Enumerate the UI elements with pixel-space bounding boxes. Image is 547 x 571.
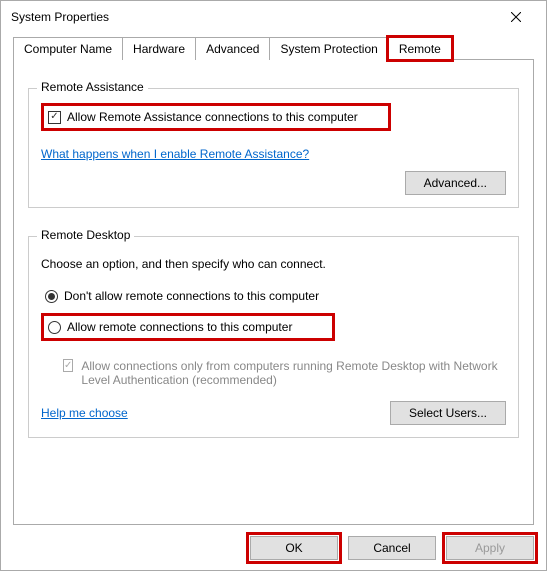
radio-row-allow[interactable]: Allow remote connections to this compute… <box>41 313 335 341</box>
tab-system-protection[interactable]: System Protection <box>269 37 388 60</box>
allow-remote-assistance-label[interactable]: Allow Remote Assistance connections to t… <box>67 110 358 124</box>
radio-allow-label: Allow remote connections to this compute… <box>67 320 292 334</box>
remote-desktop-instruction: Choose an option, and then specify who c… <box>41 257 506 271</box>
radio-row-dont-allow[interactable]: Don't allow remote connections to this c… <box>41 285 506 307</box>
radio-dont-allow-label: Don't allow remote connections to this c… <box>64 289 319 303</box>
nla-checkbox <box>63 359 73 372</box>
help-me-choose-link[interactable]: Help me choose <box>41 406 128 420</box>
nla-label: Allow connections only from computers ru… <box>81 359 506 387</box>
apply-button[interactable]: Apply <box>446 536 534 560</box>
window-title: System Properties <box>11 10 109 24</box>
group-remote-desktop: Remote Desktop Choose an option, and the… <box>28 236 519 438</box>
remote-desktop-legend: Remote Desktop <box>37 228 134 242</box>
close-icon <box>511 12 521 22</box>
tab-remote[interactable]: Remote <box>388 37 452 60</box>
tab-advanced[interactable]: Advanced <box>195 37 270 60</box>
remote-assistance-help-link[interactable]: What happens when I enable Remote Assist… <box>41 147 309 161</box>
radio-allow[interactable] <box>48 321 61 334</box>
content-area: Computer Name Hardware Advanced System P… <box>1 33 546 526</box>
system-properties-window: System Properties Computer Name Hardware… <box>0 0 547 571</box>
ok-button[interactable]: OK <box>250 536 338 560</box>
advanced-button[interactable]: Advanced... <box>405 171 506 195</box>
group-remote-assistance: Remote Assistance Allow Remote Assistanc… <box>28 88 519 208</box>
tab-hardware[interactable]: Hardware <box>122 37 196 60</box>
radio-dont-allow[interactable] <box>45 290 58 303</box>
cancel-button[interactable]: Cancel <box>348 536 436 560</box>
nla-option-row: Allow connections only from computers ru… <box>63 359 506 387</box>
remote-assistance-legend: Remote Assistance <box>37 80 148 94</box>
tab-panel-remote: Remote Assistance Allow Remote Assistanc… <box>13 59 534 525</box>
allow-remote-assistance-checkbox[interactable] <box>48 111 61 124</box>
select-users-button[interactable]: Select Users... <box>390 401 506 425</box>
allow-remote-assistance-row: Allow Remote Assistance connections to t… <box>41 103 391 131</box>
dialog-button-row: OK Cancel Apply <box>1 526 546 570</box>
tab-strip: Computer Name Hardware Advanced System P… <box>13 37 534 60</box>
titlebar: System Properties <box>1 1 546 33</box>
close-button[interactable] <box>496 3 536 31</box>
tab-computer-name[interactable]: Computer Name <box>13 37 123 60</box>
